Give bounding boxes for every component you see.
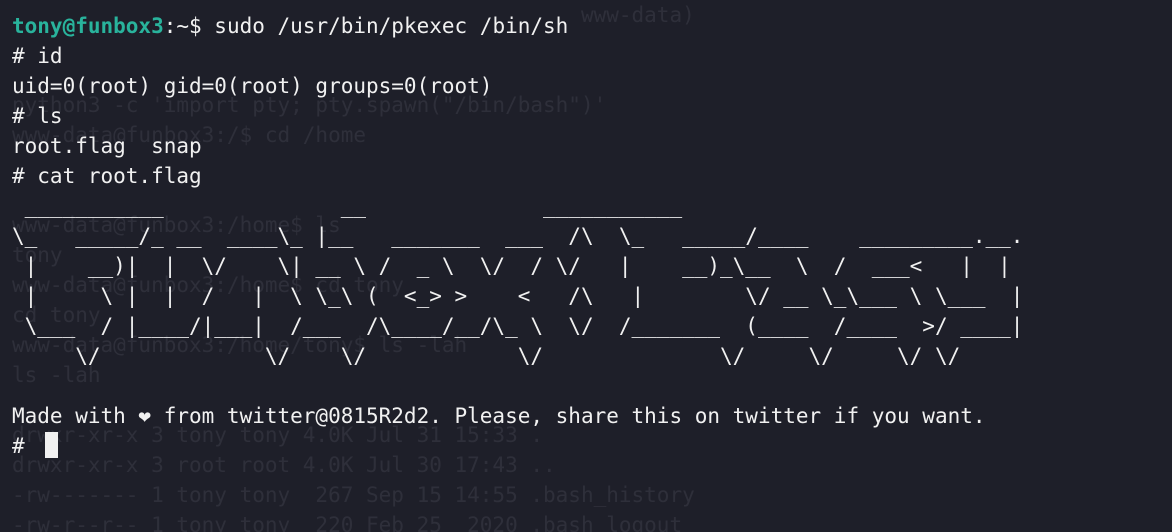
output-line: uid=0(root) gid=0(root) groups=0(root) <box>12 74 493 98</box>
ghost-line: -rw-r--r-- 1 tony tony 220 Feb 25 2020 .… <box>12 513 683 532</box>
output-line: # id <box>12 44 63 68</box>
prompt-path: :~$ <box>163 14 215 38</box>
cursor-block[interactable] <box>45 432 59 458</box>
command-text: sudo /usr/bin/pkexec /bin/sh <box>214 14 569 38</box>
message-line: Made with ❤ from twitter@0815R2d2. Pleas… <box>12 404 986 428</box>
output-line: root.flag snap <box>12 134 202 158</box>
output-line: # cat root.flag <box>12 164 202 188</box>
ascii-art-banner: ___________ __ ___________ \_ _____/_ __… <box>12 194 1024 368</box>
input-line[interactable]: # <box>12 431 1172 461</box>
command-line: tony@funbox3:~$ sudo /usr/bin/pkexec /bi… <box>12 11 1172 41</box>
prompt-user-host: tony@funbox3 <box>12 14 164 38</box>
output-line: # ls <box>12 104 63 128</box>
ghost-line: -rw------- 1 tony tony 267 Sep 15 14:55 … <box>12 483 695 507</box>
root-prompt: # <box>12 434 38 458</box>
terminal-window[interactable]: www-data) python3 -c 'import pty; pty.spa… <box>0 0 1172 532</box>
terminal-output: tony@funbox3:~$ sudo /usr/bin/pkexec /bi… <box>12 11 1172 461</box>
